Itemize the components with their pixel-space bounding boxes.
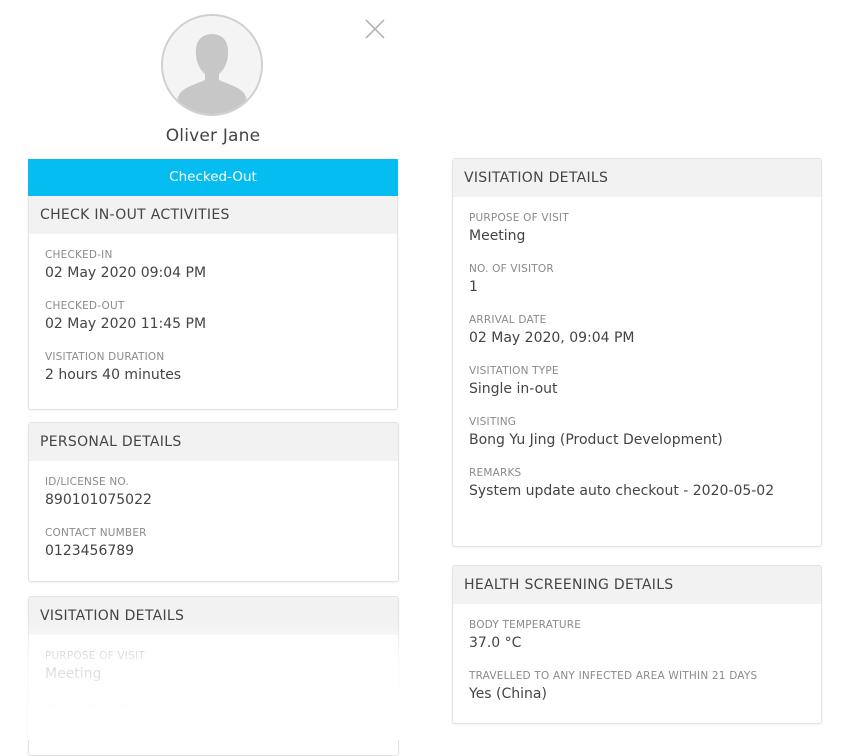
field-label: CHECKED-OUT [45,300,125,312]
field-label: ID/LICENSE NO. [45,476,129,488]
field-value: 2 hours 40 minutes [45,367,182,383]
field-no-of-visitor: NO. OF VISITOR [45,700,382,714]
field-label: NO. OF VISITOR [45,701,130,713]
field-purpose-of-visit: PURPOSE OF VISIT Meeting [469,211,805,245]
field-value: 02 May 2020 11:45 PM [45,316,207,332]
field-purpose-of-visit: PURPOSE OF VISIT Meeting [45,649,382,683]
field-label: REMARKS [469,467,522,479]
field-visitation-type: VISITATION TYPE Single in-out [469,364,805,398]
check-activities-card: CHECK IN-OUT ACTIVITIES CHECKED-IN 02 Ma… [28,196,398,410]
field-no-of-visitor: NO. OF VISITOR 1 [469,262,805,296]
field-label: NO. OF VISITOR [469,263,554,275]
field-label: PURPOSE OF VISIT [45,650,145,662]
field-label: BODY TEMPERATURE [469,619,582,631]
card-title: VISITATION DETAILS [453,159,821,197]
status-banner: Checked-Out [28,159,398,196]
card-title: PERSONAL DETAILS [29,423,398,461]
field-label: CHECKED-IN [45,249,113,261]
card-title: CHECK IN-OUT ACTIVITIES [29,196,397,234]
field-value: 02 May 2020, 09:04 PM [469,330,635,346]
field-body-temperature: BODY TEMPERATURE 37.0 °C [469,618,805,652]
field-label: TRAVELLED TO ANY INFECTED AREA WITHIN 21… [469,670,758,682]
visitation-details-card-left: VISITATION DETAILS PURPOSE OF VISIT Meet… [28,596,399,756]
field-checked-in: CHECKED-IN 02 May 2020 09:04 PM [45,248,381,282]
field-label: VISITATION DURATION [45,351,165,363]
visitation-details-card: VISITATION DETAILS PURPOSE OF VISIT Meet… [452,158,822,547]
field-id-license: ID/LICENSE NO. 890101075022 [45,475,382,509]
person-silhouette-icon [163,16,261,114]
field-checked-out: CHECKED-OUT 02 May 2020 11:45 PM [45,299,381,333]
field-value: 02 May 2020 09:04 PM [45,265,207,281]
card-title: HEALTH SCREENING DETAILS [453,566,821,604]
field-value: System update auto checkout - 2020-05-02 [469,483,775,499]
field-value: Single in-out [469,381,558,397]
health-screening-card: HEALTH SCREENING DETAILS BODY TEMPERATUR… [452,565,822,724]
field-value: Meeting [469,228,526,244]
visitor-name: Oliver Jane [165,126,261,146]
field-value: 1 [469,279,478,295]
field-value: Meeting [45,666,102,682]
field-value: 37.0 °C [469,635,522,651]
field-visiting: VISITING Bong Yu Jing (Product Developme… [469,415,805,449]
field-contact-number: CONTACT NUMBER 0123456789 [45,526,382,560]
field-remarks: REMARKS System update auto checkout - 20… [469,466,805,500]
close-icon [365,19,385,39]
close-button[interactable] [362,16,388,42]
field-visitation-duration: VISITATION DURATION 2 hours 40 minutes [45,350,381,384]
field-label: CONTACT NUMBER [45,527,147,539]
field-label: PURPOSE OF VISIT [469,212,569,224]
field-value: Bong Yu Jing (Product Development) [469,432,723,448]
field-travel-history: TRAVELLED TO ANY INFECTED AREA WITHIN 21… [469,669,805,703]
field-value: 890101075022 [45,492,152,508]
card-title: VISITATION DETAILS [29,597,398,635]
field-label: VISITATION TYPE [469,365,559,377]
field-label: ARRIVAL DATE [469,314,547,326]
field-arrival-date: ARRIVAL DATE 02 May 2020, 09:04 PM [469,313,805,347]
field-value: 0123456789 [45,543,135,559]
field-label: VISITING [469,416,517,428]
avatar [161,14,263,116]
field-value: Yes (China) [469,686,547,702]
personal-details-card: PERSONAL DETAILS ID/LICENSE NO. 89010107… [28,422,399,582]
